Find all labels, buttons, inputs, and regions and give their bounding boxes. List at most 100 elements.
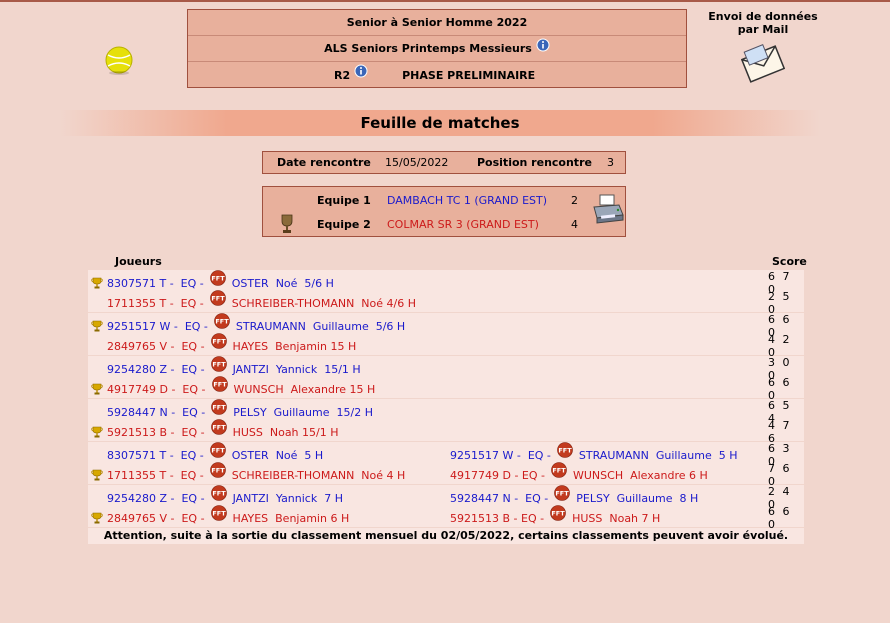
player-name: HUSS Noah 7 H — [572, 511, 661, 525]
match-row: 9254280 Z - EQ - FFT JANTZI Yannick 15/1 H… — [88, 356, 804, 402]
svg-text:FFT: FFT — [211, 467, 225, 475]
fft-logo-icon[interactable]: FFT — [557, 442, 573, 458]
player-name: PELSY Guillaume 15/2 H — [233, 405, 373, 419]
player-name: JANTZI Yannick 15/1 H — [232, 362, 361, 376]
svg-text:FFT: FFT — [211, 275, 225, 283]
svg-text:FFT: FFT — [211, 295, 225, 303]
fft-logo-icon[interactable]: FFT — [554, 485, 571, 501]
player-entry[interactable]: 4917749 D - EQ - FFT WUNSCH Alexandre 15 H — [107, 376, 375, 397]
player-licence: 5921513 B - EQ - — [450, 511, 545, 525]
teams-box: Equipe 1 DAMBACH TC 1 (GRAND EST) 2 Equi… — [262, 186, 626, 237]
fft-logo-icon[interactable]: FFT — [211, 376, 228, 392]
top-rule — [0, 0, 890, 2]
player-licence: 1711355 T - EQ - — [107, 468, 204, 482]
player-line: 5921513 B - EQ - FFT HUSS Noah 15/1 H4 7 6 — [88, 419, 804, 445]
player-line: 1711355 T - EQ - FFT SCHREIBER-THOMANN Noé… — [88, 462, 804, 488]
player-entry[interactable]: 2849765 V - EQ - FFT HAYES Benjamin 15 H — [107, 333, 357, 354]
fft-logo-icon[interactable]: FFT — [214, 313, 230, 329]
player-entry[interactable]: 9251517 W - EQ - FFT STRAUMANN Guillaume 5… — [450, 442, 738, 463]
header-line-3: R2 PHASE PRELIMINAIRE — [188, 62, 686, 88]
info-icon[interactable] — [536, 38, 550, 52]
team-row-2: Equipe 2 COLMAR SR 3 (GRAND EST) 4 — [263, 212, 625, 236]
header-line-2: ALS Seniors Printemps Messieurs — [188, 36, 686, 62]
svg-text:FFT: FFT — [212, 424, 226, 432]
svg-text:FFT: FFT — [213, 404, 227, 412]
player-entry[interactable]: 8307571 T - EQ - FFT OSTER Noé 5/6 H — [107, 270, 334, 291]
fft-logo-icon[interactable]: FFT — [210, 333, 227, 349]
svg-text:FFT: FFT — [211, 447, 225, 455]
date-label: Date rencontre — [277, 156, 371, 169]
level-label: R2 — [334, 68, 351, 82]
phase-label: PHASE PRELIMINAIRE — [402, 68, 536, 82]
fft-logo-icon[interactable]: FFT — [210, 356, 227, 372]
fft-logo-icon[interactable]: FFT — [210, 505, 227, 521]
fft-logo-icon[interactable]: FFT — [550, 505, 566, 521]
position-label: Position rencontre — [477, 156, 592, 169]
fft-logo-icon[interactable]: FFT — [211, 399, 228, 415]
player-line: 9254280 Z - EQ - FFT JANTZI Yannick 15/1 H… — [88, 356, 804, 382]
team-score: 4 — [571, 217, 578, 231]
players-column-header: Joueurs — [115, 255, 162, 268]
player-entry[interactable]: 2849765 V - EQ - FFT HAYES Benjamin 6 H — [107, 505, 350, 526]
match-row: 8307571 T - EQ - FFT OSTER Noé 5 H 9251517 … — [88, 442, 804, 488]
player-entry[interactable]: 5928447 N - EQ - FFT PELSY Guillaume 15/2 … — [107, 399, 373, 420]
player-entry[interactable]: 9254280 Z - EQ - FFT JANTZI Yannick 7 H — [107, 485, 343, 506]
player-entry[interactable]: 5928447 N - EQ - FFT PELSY Guillaume 8 H — [450, 485, 698, 506]
team-name-link[interactable]: COLMAR SR 3 (GRAND EST) — [387, 218, 539, 231]
player-entry[interactable]: 1711355 T - EQ - FFT SCHREIBER-THOMANN Noé… — [107, 462, 406, 483]
fft-logo-icon[interactable]: FFT — [209, 270, 226, 286]
trophy-icon — [91, 277, 103, 289]
svg-text:FFT: FFT — [215, 318, 229, 326]
player-licence: 5928447 N - EQ - — [450, 491, 549, 505]
mail-send-link[interactable]: Envoi de données par Mail — [708, 10, 818, 84]
player-entry[interactable]: 9254280 Z - EQ - FFT JANTZI Yannick 15/1 H — [107, 356, 361, 377]
player-entry[interactable]: 5921513 B - EQ - FFT HUSS Noah 7 H — [450, 505, 661, 526]
player-line: 8307571 T - EQ - FFT OSTER Noé 5/6 H6 7 0 — [88, 270, 804, 296]
player-name: WUNSCH Alexandre 6 H — [573, 468, 708, 482]
player-line: 9254280 Z - EQ - FFT JANTZI Yannick 7 H 592… — [88, 485, 804, 511]
player-entry[interactable]: 9251517 W - EQ - FFT STRAUMANN Guillaume 5… — [107, 313, 405, 334]
fft-logo-icon[interactable]: FFT — [210, 485, 227, 501]
player-licence: 5921513 B - EQ - — [107, 425, 205, 439]
fft-logo-icon[interactable]: FFT — [209, 442, 226, 458]
team-row-1: Equipe 1 DAMBACH TC 1 (GRAND EST) 2 — [263, 188, 625, 212]
fft-logo-icon[interactable]: FFT — [209, 290, 226, 306]
date-value: 15/05/2022 — [385, 156, 449, 169]
svg-text:FFT: FFT — [212, 510, 226, 518]
player-licence: 4917749 D - EQ - — [450, 468, 545, 482]
page-title: Feuille de matches — [60, 110, 820, 136]
player-licence: 8307571 T - EQ - — [107, 276, 204, 290]
player-entry[interactable]: 4917749 D - EQ - FFT WUNSCH Alexandre 6 H — [450, 462, 708, 483]
player-entry[interactable]: 1711355 T - EQ - FFT SCHREIBER-THOMANN Noé… — [107, 290, 416, 311]
info-icon[interactable] — [354, 64, 368, 78]
fft-logo-icon[interactable]: FFT — [210, 419, 227, 435]
svg-text:FFT: FFT — [213, 381, 227, 389]
printer-icon[interactable] — [591, 193, 625, 225]
player-name: STRAUMANN Guillaume 5 H — [578, 448, 738, 462]
player-name: HAYES Benjamin 6 H — [232, 511, 350, 525]
trophy-icon — [91, 469, 103, 481]
trophy-icon — [91, 383, 103, 395]
player-entry[interactable]: 8307571 T - EQ - FFT OSTER Noé 5 H — [107, 442, 323, 463]
player-name: SCHREIBER-THOMANN Noé 4 H — [231, 468, 406, 482]
svg-text:FFT: FFT — [212, 361, 226, 369]
player-name: HAYES Benjamin 15 H — [232, 339, 357, 353]
player-licence: 1711355 T - EQ - — [107, 296, 204, 310]
player-licence: 9254280 Z - EQ - — [107, 362, 205, 376]
player-licence: 4917749 D - EQ - — [107, 382, 206, 396]
player-entry[interactable]: 5921513 B - EQ - FFT HUSS Noah 15/1 H — [107, 419, 339, 440]
player-licence: 2849765 V - EQ - — [107, 511, 205, 525]
fft-logo-icon[interactable]: FFT — [209, 462, 226, 478]
match-row: 5928447 N - EQ - FFT PELSY Guillaume 15/2 … — [88, 399, 804, 445]
team-name-link[interactable]: DAMBACH TC 1 (GRAND EST) — [387, 194, 547, 207]
team-label: Equipe 2 — [317, 217, 371, 231]
player-line: 1711355 T - EQ - FFT SCHREIBER-THOMANN Noé… — [88, 290, 804, 316]
envelope-icon[interactable] — [741, 40, 785, 84]
trophy-icon — [91, 512, 103, 524]
player-line: 2849765 V - EQ - FFT HAYES Benjamin 15 H4 … — [88, 333, 804, 359]
fft-logo-icon[interactable]: FFT — [551, 462, 567, 478]
svg-text:FFT: FFT — [212, 338, 226, 346]
player-name: HUSS Noah 15/1 H — [232, 425, 339, 439]
mail-label-1: Envoi de données — [708, 10, 818, 23]
score-column-header: Score — [772, 255, 807, 268]
